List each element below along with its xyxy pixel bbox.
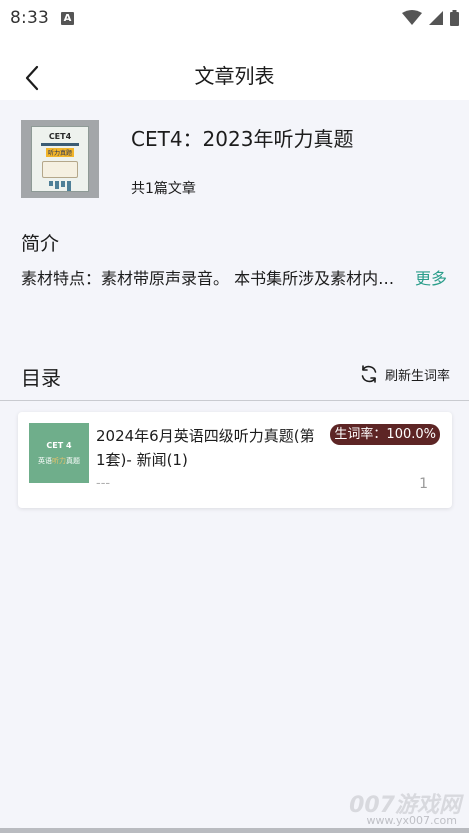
article-title: 2024年6月英语四级听力真题(第1套)- 新闻(1) (96, 427, 315, 469)
thumb-sub-highlight: 听力 (52, 456, 66, 465)
page-title: 文章列表 (194, 64, 275, 88)
article-index: 1 (419, 476, 428, 492)
notification-badge-icon: A (60, 11, 74, 25)
cover-label: CET4 (48, 132, 72, 141)
refresh-label: 刷新生词率 (384, 368, 450, 384)
refresh-rate-button[interactable]: 刷新生词率 (359, 364, 450, 384)
cover-open-book-icon (42, 160, 78, 178)
article-meta: --- (96, 476, 111, 491)
article-thumbnail: CET 4 英语听力真题 (29, 423, 89, 483)
cover-chart-icon (49, 181, 71, 191)
watermark-url: www.yx007.com (366, 814, 457, 827)
thumb-sub-suffix: 真题 (66, 456, 80, 465)
new-word-rate-badge: 生词率：100.0% (330, 424, 440, 445)
status-icons (402, 10, 459, 26)
thumb-sub-label: 英语听力真题 (38, 456, 80, 466)
intro-row: 素材特点：素材带原声录音。 本书集所涉及素材内容包括历年英语四级听力真题 更多 (21, 265, 451, 289)
status-time: 8:33 (10, 8, 49, 28)
status-bar: 8:33 A (0, 0, 469, 36)
bottom-bar (0, 828, 469, 833)
thumb-sub-prefix: 英语 (38, 456, 52, 465)
cover-stripe (41, 143, 79, 146)
thumb-label: CET 4 (46, 440, 72, 450)
cover-sub-label: 听力真题 (45, 147, 74, 157)
book-cover-art: CET4 听力真题 (31, 126, 89, 192)
app-bar: 文章列表 (0, 36, 469, 100)
article-count: 共1篇文章 (131, 181, 196, 197)
battery-icon (450, 10, 459, 26)
article-list-item[interactable]: CET 4 英语听力真题 2024年6月英语四级听力真题(第1套)- 新闻(1)… (18, 412, 452, 508)
wifi-icon (402, 10, 422, 25)
divider (0, 400, 469, 401)
more-link[interactable]: 更多 (415, 265, 447, 289)
intro-text: 素材特点：素材带原声录音。 本书集所涉及素材内容包括历年英语四级听力真题 (21, 269, 409, 288)
intro-heading: 简介 (21, 233, 60, 255)
toc-heading: 目录 (21, 366, 61, 390)
refresh-icon (361, 365, 377, 383)
book-title: CET4：2023年听力真题 (131, 127, 354, 151)
book-cover-image: CET4 听力真题 (21, 120, 99, 198)
signal-icon (429, 11, 443, 25)
